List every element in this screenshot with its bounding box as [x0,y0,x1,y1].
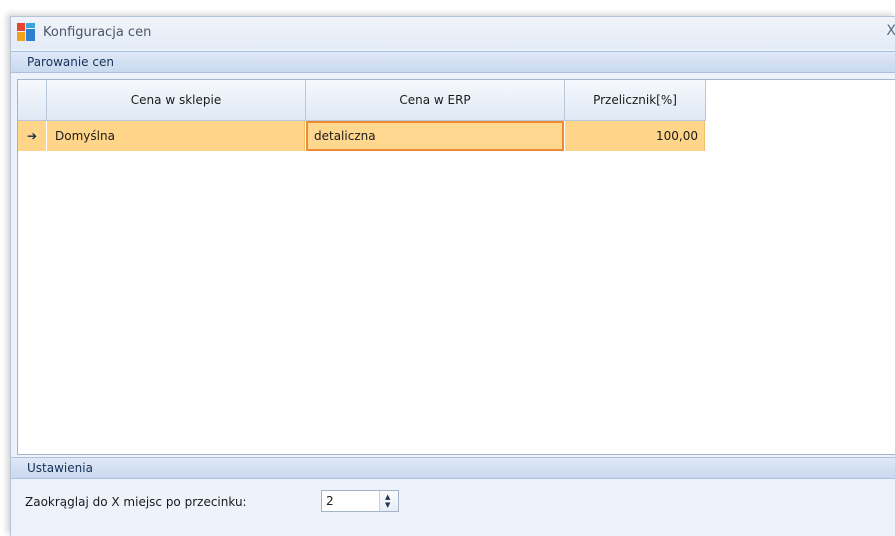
row-indicator-header [18,80,47,121]
row-indicator-arrow-icon: ➔ [18,121,46,151]
spin-buttons[interactable]: ▲ ▼ [379,491,398,511]
rounding-value[interactable]: 2 [326,491,334,511]
price-mapping-grid: Cena w sklepie Cena w ERP Przelicznik[%]… [17,79,895,455]
cell-erp-price-editor[interactable]: detaliczna [306,121,564,151]
rounding-label: Zaokrąglaj do X miejsc po przecinku: [25,495,247,509]
column-header-factor[interactable]: Przelicznik[%] [565,80,706,121]
app-icon [17,23,35,41]
title-bar: Konfiguracja cen X [11,17,895,49]
rounding-spin-editor[interactable]: 2 ▲ ▼ [321,490,399,512]
cell-factor[interactable]: 100,00 [565,121,705,151]
window-title: Konfiguracja cen [43,25,152,40]
spin-up-icon[interactable]: ▲ [385,494,390,501]
column-header-shop-price[interactable]: Cena w sklepie [47,80,306,121]
price-config-window: Konfiguracja cen X Parowanie cen Cena w … [10,16,895,536]
pricing-group-header: Parowanie cen [11,51,895,73]
rounding-setting: Zaokrąglaj do X miejsc po przecinku: 2 ▲… [25,490,399,514]
settings-group-header: Ustawienia [11,457,895,479]
column-header-erp-price[interactable]: Cena w ERP [306,80,565,121]
close-button[interactable]: X [886,23,895,39]
cell-shop-price[interactable]: Domyślna [47,121,305,151]
spin-down-icon[interactable]: ▼ [385,502,390,509]
